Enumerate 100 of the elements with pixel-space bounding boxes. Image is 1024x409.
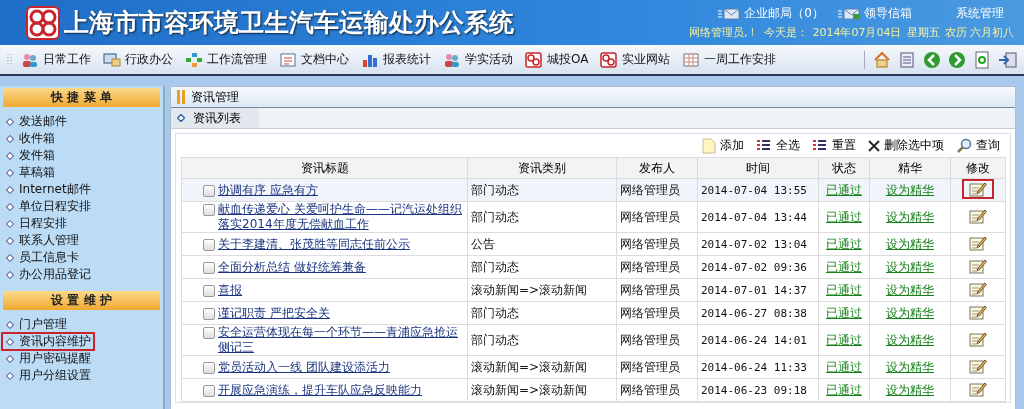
edit-button[interactable] bbox=[962, 179, 994, 199]
row-checkbox[interactable] bbox=[203, 184, 215, 197]
table-cell: 2014-07-04 13:44 bbox=[697, 201, 819, 233]
table-cell: 部门动态 bbox=[467, 301, 617, 325]
toolbar-button[interactable]: 工作流管理 bbox=[180, 49, 272, 70]
section-header: 快 捷 菜 单 bbox=[3, 88, 160, 107]
column-header: 状态 bbox=[818, 157, 870, 179]
table-cell: 2014-06-24 11:33 bbox=[697, 355, 819, 379]
row-checkbox[interactable] bbox=[203, 327, 215, 339]
sidebar-item[interactable]: 日程安排 bbox=[2, 215, 70, 232]
table-cell: 滚动新闻=>滚动新闻 bbox=[467, 378, 617, 402]
sidebar-item[interactable]: 门户管理 bbox=[2, 316, 70, 333]
column-header: 资讯类别 bbox=[467, 157, 617, 179]
toolbar-button[interactable]: 城投OA bbox=[520, 49, 594, 70]
table-cell: 2014-07-02 09:36 bbox=[697, 255, 819, 279]
row-checkbox[interactable] bbox=[203, 261, 215, 274]
action-button[interactable]: 查询 bbox=[956, 137, 1000, 154]
table-cell: 部门动态 bbox=[467, 324, 617, 356]
column-header: 精华 bbox=[869, 157, 951, 179]
table-cell: 网络管理员 bbox=[616, 232, 698, 256]
action-button[interactable]: 重置 bbox=[812, 137, 856, 154]
column-header: 资讯标题 bbox=[181, 157, 468, 179]
page-icon bbox=[702, 137, 716, 154]
toolbar-button[interactable]: 学实活动 bbox=[438, 49, 518, 70]
sidebar-item[interactable]: 用户分组设置 bbox=[2, 367, 94, 384]
table-cell: 2014-07-01 14:37 bbox=[697, 278, 819, 302]
sidebar-item[interactable]: 员工信息卡 bbox=[2, 249, 82, 266]
page-title: 资讯管理 bbox=[191, 88, 239, 106]
home-icon[interactable] bbox=[873, 50, 891, 69]
toolbar-button[interactable]: 实业网站 bbox=[595, 49, 676, 70]
sidebar-item[interactable]: 发送邮件 bbox=[2, 113, 70, 130]
action-button[interactable]: 删除选中项 bbox=[868, 137, 944, 154]
row-checkbox[interactable] bbox=[203, 384, 215, 397]
table-cell: 2014-07-04 13:55 bbox=[697, 178, 819, 202]
toolbar-button[interactable]: 报表统计 bbox=[356, 49, 436, 70]
table-cell: 部门动态 bbox=[467, 255, 617, 279]
back-icon[interactable] bbox=[923, 50, 941, 69]
sidebar-item[interactable]: Internet邮件 bbox=[2, 181, 94, 198]
logo-icon bbox=[600, 51, 619, 68]
table-cell: 部门动态 bbox=[467, 201, 617, 233]
column-header: 时间 bbox=[697, 157, 819, 179]
toolbar-button[interactable]: 行政办公 bbox=[98, 49, 178, 70]
table-cell: 部门动态 bbox=[467, 178, 617, 202]
sidebar-item[interactable]: 收件箱 bbox=[2, 130, 58, 147]
close-icon bbox=[868, 139, 880, 152]
toolbar-button[interactable]: 一周工作安排 bbox=[677, 49, 782, 70]
table-cell: 网络管理员 bbox=[616, 255, 698, 279]
envelope-icon bbox=[718, 7, 741, 20]
row-checkbox[interactable] bbox=[203, 284, 215, 297]
sidebar-item[interactable]: 办公用品登记 bbox=[2, 266, 94, 283]
weekday-text: 星期五 bbox=[906, 25, 940, 40]
column-header: 修改 bbox=[950, 157, 1006, 179]
flowchart-icon bbox=[185, 51, 203, 68]
table-cell: 网络管理员 bbox=[616, 301, 698, 325]
list-icon bbox=[756, 138, 772, 153]
row-checkbox[interactable] bbox=[203, 204, 215, 216]
action-button[interactable]: 全选 bbox=[756, 137, 800, 154]
search-icon bbox=[956, 137, 972, 154]
toolbar-button[interactable]: 日常工作 bbox=[16, 49, 96, 70]
title-link[interactable]: 喜报 bbox=[218, 282, 242, 298]
sidebar-item[interactable]: 联系人管理 bbox=[2, 232, 82, 249]
logo-icon bbox=[26, 5, 60, 40]
row-checkbox[interactable] bbox=[203, 361, 215, 374]
today-label: 今天是： bbox=[763, 25, 808, 40]
table-cell: 网络管理员 bbox=[616, 278, 698, 302]
toolbar-button[interactable]: 文档中心 bbox=[274, 49, 354, 70]
table-cell: 网络管理员 bbox=[616, 378, 698, 402]
list-tab[interactable]: 资讯列表 bbox=[171, 108, 259, 128]
table-cell: 2014-06-24 14:01 bbox=[697, 324, 819, 356]
envelope-icon bbox=[838, 7, 860, 20]
table-cell: 滚动新闻=>滚动新闻 bbox=[467, 355, 617, 379]
row-checkbox[interactable] bbox=[203, 238, 215, 251]
section-header: 设 置 维 护 bbox=[3, 291, 160, 310]
diamond-icon bbox=[177, 114, 185, 122]
table-cell: 网络管理员 bbox=[616, 324, 698, 356]
table-cell: 2014-06-27 08:38 bbox=[697, 301, 819, 325]
row-checkbox[interactable] bbox=[203, 307, 215, 320]
sidebar-item[interactable]: 用户密码提醒 bbox=[2, 350, 94, 367]
forward-icon[interactable] bbox=[948, 50, 966, 69]
table-cell: 滚动新闻=>滚动新闻 bbox=[467, 278, 617, 302]
sidebar-item[interactable]: 发件箱 bbox=[2, 147, 58, 164]
calendar-icon bbox=[682, 51, 701, 68]
list-icon bbox=[812, 138, 828, 153]
table-cell: 网络管理员 bbox=[616, 355, 698, 379]
app-title: 上海市市容环境卫生汽车运输处办公系统 bbox=[64, 8, 514, 38]
people-icon bbox=[21, 51, 39, 68]
list-icon[interactable] bbox=[898, 50, 916, 69]
exit-icon[interactable] bbox=[998, 50, 1018, 69]
people-icon bbox=[443, 51, 461, 68]
sidebar-item[interactable]: 草稿箱 bbox=[2, 164, 58, 181]
sidebar-item[interactable]: 资讯内容维护 bbox=[2, 333, 94, 350]
computer-icon bbox=[103, 51, 121, 68]
action-button[interactable]: 添加 bbox=[702, 137, 744, 154]
document-icon bbox=[279, 51, 297, 68]
sidebar-item[interactable]: 单位日程安排 bbox=[2, 198, 94, 215]
table-cell: 公告 bbox=[467, 232, 617, 256]
refresh-icon[interactable] bbox=[973, 50, 991, 69]
lunar-date: 农历 六月初八 bbox=[944, 25, 1014, 40]
table-cell: 2014-07-02 13:04 bbox=[697, 232, 819, 256]
user-name: 网络管理员,！ bbox=[689, 25, 759, 40]
